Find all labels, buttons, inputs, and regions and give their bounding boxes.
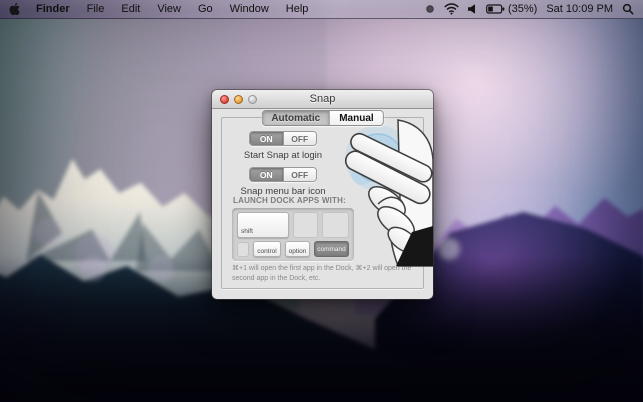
snap-dot-icon[interactable] [425, 4, 435, 14]
start-login-on[interactable]: ON [250, 132, 283, 145]
lens-flare [80, 256, 106, 282]
start-login-label: Start Snap at login [243, 150, 323, 161]
menu-file[interactable]: File [85, 3, 107, 15]
menu-bar: Finder File Edit View Go Window Help (35… [0, 0, 643, 19]
desktop: Finder File Edit View Go Window Help (35… [0, 0, 643, 402]
lens-flare [148, 256, 174, 282]
ghost-key[interactable] [293, 212, 318, 238]
start-login-off[interactable]: OFF [282, 132, 316, 145]
command-key-selected[interactable]: command [314, 241, 349, 257]
spotlight-icon[interactable] [622, 3, 634, 15]
ghost-key[interactable] [237, 242, 249, 257]
help-text: ⌘+1 will open the first app in the Dock,… [232, 265, 412, 283]
modifier-key-panel: shift control option command [232, 208, 354, 261]
mode-tabs: Automatic Manual [261, 110, 384, 126]
lens-flare [34, 218, 62, 246]
toggle-column: ON OFF Start Snap at login ON OFF Snap m… [232, 131, 334, 203]
menu-view[interactable]: View [155, 3, 183, 15]
menu-help[interactable]: Help [284, 3, 311, 15]
menu-window[interactable]: Window [228, 3, 271, 15]
volume-icon[interactable] [468, 4, 477, 14]
menu-clock[interactable]: Sat 10:09 PM [546, 3, 613, 15]
ghost-key[interactable] [322, 212, 349, 238]
option-key[interactable]: option [285, 241, 310, 257]
snap-window: Snap Automatic Manual ON OFF Start Snap … [212, 90, 433, 299]
start-login-toggle: ON OFF [249, 131, 317, 146]
menu-icon-toggle: ON OFF [249, 167, 317, 182]
menu-icon-on[interactable]: ON [250, 168, 283, 181]
menu-icon-off[interactable]: OFF [282, 168, 316, 181]
apple-menu-icon[interactable] [9, 1, 21, 18]
launch-heading: LAUNCH DOCK APPS WITH: [233, 196, 346, 205]
tab-manual[interactable]: Manual [330, 111, 383, 125]
battery-icon[interactable] [486, 4, 505, 14]
wifi-icon[interactable] [444, 3, 459, 15]
control-key[interactable]: control [253, 241, 281, 257]
menu-finder[interactable]: Finder [34, 3, 72, 15]
window-title: Snap [309, 93, 336, 105]
menu-go[interactable]: Go [196, 3, 215, 15]
tab-automatic[interactable]: Automatic [262, 111, 331, 125]
title-bar[interactable]: Snap [212, 90, 433, 109]
shift-key[interactable]: shift [237, 212, 289, 238]
menu-edit[interactable]: Edit [119, 3, 142, 15]
lens-flare [438, 238, 460, 260]
launch-section: LAUNCH DOCK APPS WITH: shift control opt… [232, 196, 358, 261]
battery-percent: (35%) [508, 3, 538, 15]
